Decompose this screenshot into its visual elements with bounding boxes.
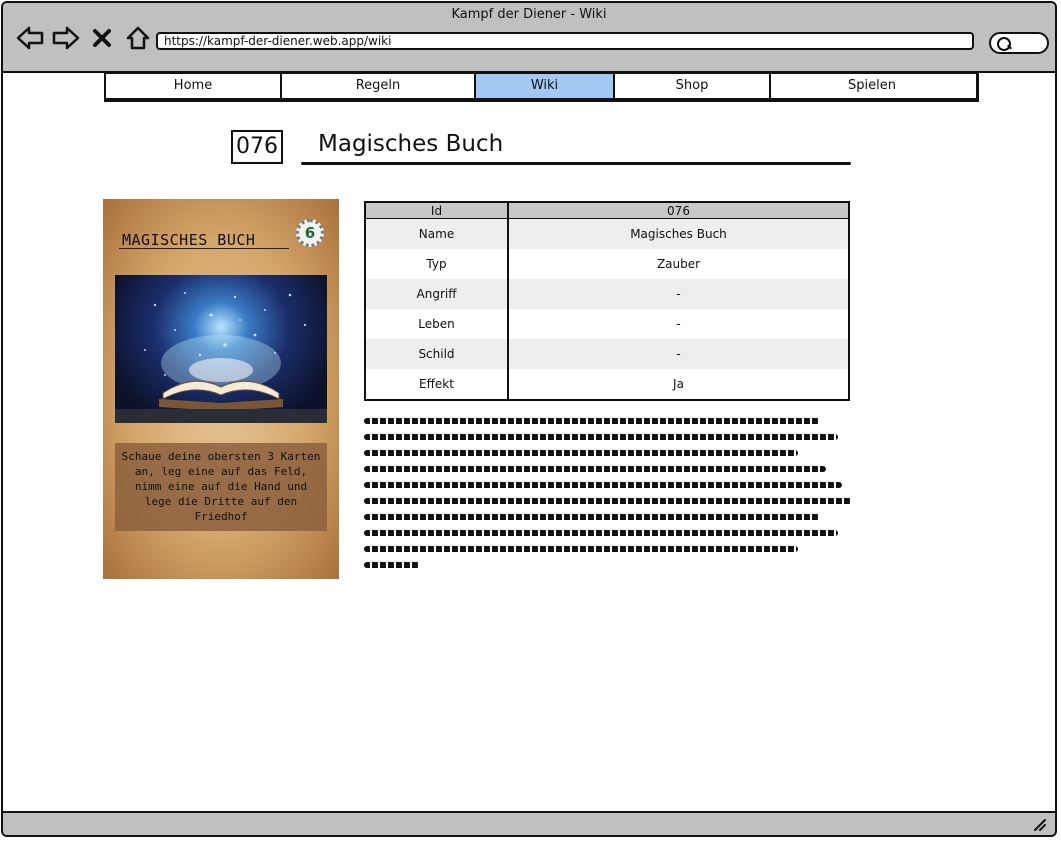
scribble-line bbox=[364, 546, 798, 552]
browser-search-box[interactable] bbox=[989, 32, 1049, 54]
placeholder-description-text bbox=[364, 418, 854, 578]
card-effect-text: Schaue deine obersten 3 Karten an, leg e… bbox=[115, 443, 327, 531]
table-header-key: Id bbox=[365, 202, 509, 219]
card-info-table: Id 076 Name Magisches Buch Typ Zauber An… bbox=[364, 201, 850, 401]
table-row: Angriff - bbox=[365, 279, 849, 309]
table-header-value: 076 bbox=[508, 202, 849, 219]
scribble-line bbox=[364, 498, 852, 504]
tab-home[interactable]: Home bbox=[106, 74, 282, 98]
table-cell-value: - bbox=[508, 309, 849, 339]
scribble-line bbox=[364, 562, 420, 568]
table-cell-key: Typ bbox=[365, 249, 509, 279]
back-arrow-icon[interactable] bbox=[15, 23, 45, 53]
scribble-line bbox=[364, 514, 820, 520]
card-name: MAGISCHES BUCH bbox=[122, 231, 256, 249]
window-title: Kampf der Diener - Wiki bbox=[451, 7, 607, 22]
home-icon[interactable] bbox=[123, 23, 153, 53]
table-cell-value: - bbox=[508, 339, 849, 369]
close-icon[interactable] bbox=[87, 23, 117, 53]
table-cell-key: Effekt bbox=[365, 369, 509, 400]
address-bar[interactable]: https://kampf-der-diener.web.app/wiki bbox=[156, 32, 974, 50]
table-cell-key: Name bbox=[365, 218, 509, 249]
table-cell-key: Schild bbox=[365, 339, 509, 369]
tab-regeln[interactable]: Regeln bbox=[282, 74, 476, 98]
table-row: Effekt Ja bbox=[365, 369, 849, 400]
browser-nav-controls bbox=[15, 23, 153, 53]
scribble-line bbox=[364, 418, 820, 424]
scribble-line bbox=[364, 482, 842, 488]
page-title: Magisches Buch bbox=[318, 131, 504, 157]
tab-spielen[interactable]: Spielen bbox=[771, 74, 973, 98]
table-row: Typ Zauber bbox=[365, 249, 849, 279]
title-underline bbox=[301, 162, 851, 165]
site-nav: Home Regeln Wiki Shop Spielen bbox=[104, 72, 979, 102]
title-bar: Kampf der Diener - Wiki https://kampf-de… bbox=[3, 3, 1055, 73]
card-cost-badge: 6 bbox=[296, 219, 324, 247]
table-row: Name Magisches Buch bbox=[365, 218, 849, 249]
table-cell-key: Angriff bbox=[365, 279, 509, 309]
table-cell-value: Zauber bbox=[508, 249, 849, 279]
table-cell-value: Ja bbox=[508, 369, 849, 400]
scribble-line bbox=[364, 434, 838, 440]
status-bar bbox=[3, 811, 1055, 835]
forward-arrow-icon[interactable] bbox=[51, 23, 81, 53]
card-id-badge: 076 bbox=[231, 130, 283, 164]
magic-book-artwork bbox=[115, 275, 327, 423]
table-cell-value: Magisches Buch bbox=[508, 218, 849, 249]
table-header-row: Id 076 bbox=[365, 202, 849, 219]
table-row: Schild - bbox=[365, 339, 849, 369]
scribble-line bbox=[364, 450, 798, 456]
table-cell-key: Leben bbox=[365, 309, 509, 339]
card-name-underline bbox=[119, 248, 289, 249]
tab-shop[interactable]: Shop bbox=[615, 74, 771, 98]
scribble-line bbox=[364, 530, 838, 536]
resize-grip-icon[interactable] bbox=[1031, 816, 1047, 832]
browser-window: Kampf der Diener - Wiki https://kampf-de… bbox=[1, 1, 1057, 837]
table-row: Leben - bbox=[365, 309, 849, 339]
scribble-line bbox=[364, 466, 826, 472]
tab-wiki[interactable]: Wiki bbox=[476, 74, 615, 98]
card-image-preview: MAGISCHES BUCH 6 Schaue deine obersten 3… bbox=[103, 199, 339, 579]
table-cell-value: - bbox=[508, 279, 849, 309]
